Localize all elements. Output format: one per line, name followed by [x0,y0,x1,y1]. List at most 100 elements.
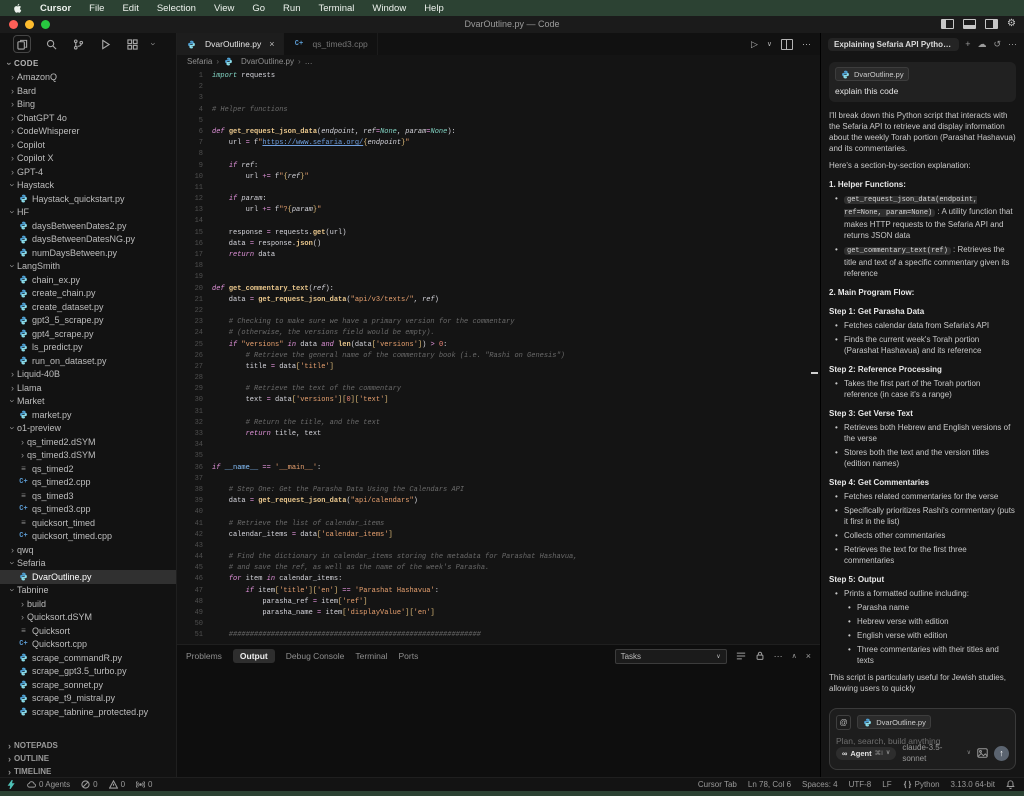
menu-edit[interactable]: Edit [122,3,138,14]
tree-item-qs-timed2[interactable]: ≡qs_timed2 [0,462,176,476]
menu-cursor[interactable]: Cursor [40,3,71,14]
branch-icon[interactable] [71,37,85,51]
tree-item-scrape-sonnet-py[interactable]: scrape_sonnet.py [0,678,176,692]
history-icon[interactable]: ↺ [993,39,1001,50]
tree-item-ls-predict-py[interactable]: ls_predict.py [0,341,176,355]
tree-item-numdaysbetween-py[interactable]: numDaysBetween.py [0,246,176,260]
status-cloud[interactable]: 0 Agents [27,780,70,789]
tree-item-daysbetweendates2-py[interactable]: daysBetweenDates2.py [0,219,176,233]
blocks-icon[interactable] [125,37,139,51]
attach-image-icon[interactable] [977,748,988,758]
tree-item-quicksort-dsym[interactable]: ›Quicksort.dSYM [0,611,176,625]
close-tab-icon[interactable]: × [269,39,274,49]
attached-file-chip[interactable]: DvarOutline.py [857,715,931,729]
new-chat-icon[interactable]: + [965,39,970,49]
maximize-panel-icon[interactable]: ∧ [792,652,797,661]
tree-item-qs-timed2-dsym[interactable]: ›qs_timed2.dSYM [0,435,176,449]
tree-item-scrape-t9-mistral-py[interactable]: scrape_t9_mistral.py [0,692,176,706]
tree-item-bing[interactable]: ›Bing [0,98,176,112]
tree-item-gpt4-scrape-py[interactable]: gpt4_scrape.py [0,327,176,341]
breadcrumb-symbol[interactable]: … [305,57,313,66]
tree-item-amazonq[interactable]: ›AmazonQ [0,71,176,85]
settings-gear-icon[interactable]: ⚙ [1007,19,1016,29]
chat-input-box[interactable]: @ DvarOutline.py Plan, search, build any… [829,708,1016,770]
panel-tab-terminal[interactable]: Terminal [355,649,387,663]
chat-more-actions-icon[interactable]: ⋯ [1008,39,1017,50]
tree-item-create-dataset-py[interactable]: create_dataset.py [0,300,176,314]
status-zap[interactable] [7,780,16,789]
status-cast[interactable]: 0 [136,780,152,789]
tree-item-codewhisperer[interactable]: ›CodeWhisperer [0,125,176,139]
menu-run[interactable]: Run [283,3,300,14]
menu-view[interactable]: View [214,3,234,14]
output-channel-dropdown[interactable]: Tasks ∨ [615,649,727,664]
tree-item-haystack[interactable]: ›Haystack [0,179,176,193]
menu-file[interactable]: File [89,3,104,14]
tree-item-qs-timed3-cpp[interactable]: C+qs_timed3.cpp [0,503,176,517]
status-lf[interactable]: LF [882,780,891,789]
status-ln-78-col-6[interactable]: Ln 78, Col 6 [748,780,791,789]
lock-scroll-icon[interactable] [755,651,765,661]
tree-item-quicksort-timed[interactable]: ≡quicksort_timed [0,516,176,530]
tree-item-qs-timed2-cpp[interactable]: C+qs_timed2.cpp [0,476,176,490]
tab-dvaroutline-py[interactable]: DvarOutline.py × [177,33,284,55]
tree-item-scrape-gpt3-5-turbo-py[interactable]: scrape_gpt3.5_turbo.py [0,665,176,679]
tree-item-quicksort-cpp[interactable]: C+Quicksort.cpp [0,638,176,652]
tree-item-chain-ex-py[interactable]: chain_ex.py [0,273,176,287]
panel-tab-ports[interactable]: Ports [399,649,419,663]
editor-more-actions-icon[interactable]: ⋯ [802,40,811,49]
cloud-icon[interactable]: ☁ [977,39,986,50]
explorer-section-header[interactable]: ›CODE [0,57,176,71]
tree-item-run-on-dataset-py[interactable]: run_on_dataset.py [0,354,176,368]
status-bell[interactable] [1006,780,1015,789]
minimize-window-button[interactable] [25,20,34,29]
menu-window[interactable]: Window [372,3,406,14]
toggle-bottom-panel-icon[interactable] [963,19,976,29]
status-cursor-tab[interactable]: Cursor Tab [698,780,737,789]
tree-item-hf[interactable]: ›HF [0,206,176,220]
menu-help[interactable]: Help [424,3,444,14]
chat-tab[interactable]: Explaining Sefaria API Python Co [828,38,959,51]
tree-item-dvaroutline-py[interactable]: DvarOutline.py [0,570,176,584]
tree-item-daysbetweendatesng-py[interactable]: daysBetweenDatesNG.py [0,233,176,247]
breadcrumb-file[interactable]: DvarOutline.py [241,57,294,66]
tree-item-gpt3-5-scrape-py[interactable]: gpt3_5_scrape.py [0,314,176,328]
attached-file-chip[interactable]: DvarOutline.py [835,67,909,81]
tree-item-sefaria[interactable]: ›Sefaria [0,557,176,571]
tree-item-gpt-4[interactable]: ›GPT-4 [0,165,176,179]
tab-qs-timed3-cpp[interactable]: C+ qs_timed3.cpp [284,33,377,55]
panel-tab-problems[interactable]: Problems [186,649,222,663]
run-options-chevron-icon[interactable]: ∨ [767,40,772,49]
menu-terminal[interactable]: Terminal [318,3,354,14]
tree-item-bard[interactable]: ›Bard [0,84,176,98]
status-error[interactable]: 0 [81,780,97,789]
close-panel-icon[interactable]: × [806,652,811,661]
tree-item-scrape-commandr-py[interactable]: scrape_commandR.py [0,651,176,665]
run-file-icon[interactable]: ▷ [751,40,758,49]
apple-icon[interactable] [12,3,22,14]
panel-more-actions-icon[interactable]: ⋯ [774,652,783,661]
tree-item-qs-timed3[interactable]: ≡qs_timed3 [0,489,176,503]
tree-item-liquid-40b[interactable]: ›Liquid-40B [0,368,176,382]
tree-item-build[interactable]: ›build [0,597,176,611]
breadcrumb-folder[interactable]: Sefaria [187,57,212,66]
tree-item-copilot[interactable]: ›Copilot [0,138,176,152]
tree-item-scrape-tabnine-protected-py[interactable]: scrape_tabnine_protected.py [0,705,176,719]
status-spaces-4[interactable]: Spaces: 4 [802,780,838,789]
toggle-left-panel-icon[interactable] [941,19,954,29]
model-selector[interactable]: claude-3.5-sonnet ∨ [902,742,971,764]
tree-item-copilot-x[interactable]: ›Copilot X [0,152,176,166]
tree-item-quicksort-timed-cpp[interactable]: C+quicksort_timed.cpp [0,530,176,544]
tree-item-qwq[interactable]: ›qwq [0,543,176,557]
tree-item-langsmith[interactable]: ›LangSmith [0,260,176,274]
panel-tab-output[interactable]: Output [233,649,275,663]
sidebar-section-outline[interactable]: ›OUTLINE [0,752,176,765]
status-lang[interactable]: Python [903,780,940,789]
tree-item-chatgpt-4o[interactable]: ›ChatGPT 4o [0,111,176,125]
code-editor[interactable]: 1import requests234# Helper functions56d… [177,68,820,645]
tree-item-llama[interactable]: ›Llama [0,381,176,395]
output-wordwrap-icon[interactable] [736,651,746,661]
toggle-right-panel-icon[interactable] [985,19,998,29]
chevron-down-icon[interactable]: › [149,43,159,46]
status-warn[interactable]: 0 [109,780,125,789]
